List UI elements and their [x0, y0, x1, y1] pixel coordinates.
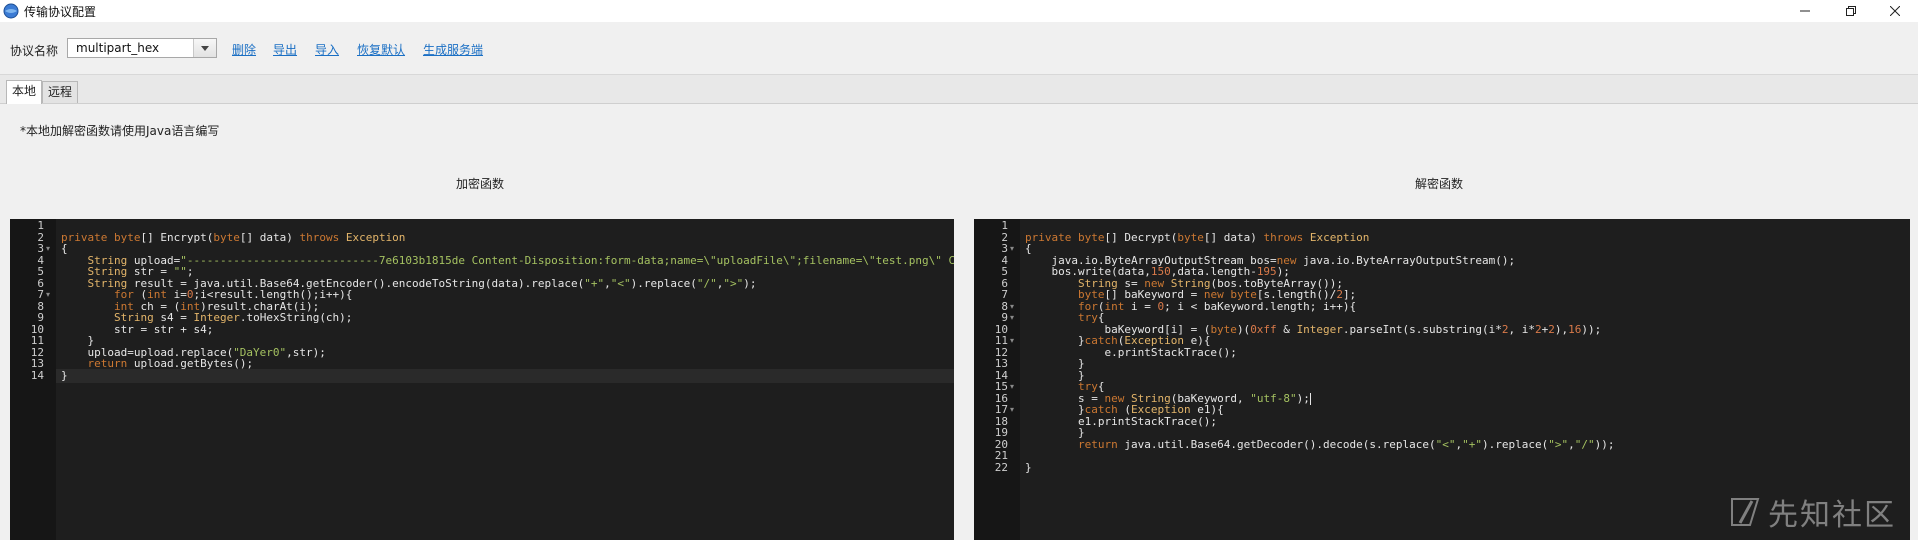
- encrypt-function-title: 加密函数: [455, 177, 504, 191]
- generate-server-link[interactable]: 生成服务端: [423, 41, 483, 58]
- fold-toggle-icon[interactable]: ▾: [46, 242, 54, 256]
- close-icon[interactable]: [1872, 0, 1918, 22]
- protocol-name-label: 协议名称: [10, 44, 59, 58]
- fold-toggle-icon[interactable]: ▾: [1010, 242, 1018, 256]
- protocol-select[interactable]: multipart_hex: [67, 38, 217, 58]
- minimize-icon[interactable]: [1782, 0, 1828, 22]
- tab-strip: 本地 远程: [0, 74, 1918, 104]
- delete-link[interactable]: 删除: [232, 41, 256, 58]
- encrypt-code-editor[interactable]: 1 2 3 ▾ 4 5 6 7 ▾ 8 9 10 11 12 13 14 private byte[] Enc…: [10, 219, 954, 540]
- window-title: 传输协议配置: [24, 5, 97, 19]
- watermark-logo-icon: [1731, 498, 1760, 526]
- watermark: 先知社区: [1728, 490, 1896, 534]
- text-cursor: [1309, 392, 1311, 405]
- fold-toggle-icon[interactable]: ▾: [1010, 403, 1018, 417]
- fold-toggle-icon[interactable]: ▾: [1010, 380, 1018, 394]
- code-line: private byte[] Decrypt(byte[] data) thro…: [1025, 230, 1370, 244]
- code-line: return java.util.Base64.getDecoder().dec…: [1077, 437, 1615, 451]
- import-link[interactable]: 导入: [315, 41, 339, 58]
- protocol-select-value: multipart_hex: [76, 41, 160, 55]
- restore-icon[interactable]: [1828, 0, 1874, 22]
- code-line: }: [1025, 460, 1032, 474]
- java-note: *本地加解密函数请使用Java语言编写: [20, 124, 220, 138]
- fold-toggle-icon[interactable]: ▾: [1010, 311, 1018, 325]
- app-globe-icon: [3, 3, 19, 19]
- decrypt-function-title: 解密函数: [1414, 177, 1463, 191]
- toolbar: 协议名称 multipart_hex 删除 导出 导入 恢复默认 生成服务端: [0, 22, 1918, 74]
- code-line: private byte[] Encrypt(byte[] data) thro…: [61, 230, 406, 244]
- fold-toggle-icon[interactable]: ▾: [1010, 334, 1018, 348]
- line-number: 22: [994, 460, 1008, 474]
- code-line: return upload.getBytes();: [87, 357, 254, 370]
- tab-remote[interactable]: 远程: [42, 81, 79, 103]
- chevron-down-icon[interactable]: [193, 39, 216, 57]
- export-link[interactable]: 导出: [273, 41, 297, 58]
- title-bar: 传输协议配置: [0, 0, 1918, 22]
- fold-toggle-icon[interactable]: ▾: [46, 288, 54, 302]
- line-number: 14: [30, 368, 44, 382]
- watermark-text: 先知社区: [1768, 498, 1896, 533]
- code-line: }: [61, 368, 68, 382]
- tab-local[interactable]: 本地: [6, 80, 43, 104]
- line-number-gutter: 1 2 3 ▾ 4 5 6 7 8 ▾ 9 ▾ 10 11 ▾ 12 13 14 15 ▾ 16 17 ▾ 18 19 20 21 2…: [974, 219, 1020, 540]
- line-number-gutter: 1 2 3 ▾ 4 5 6 7 ▾ 8 9 10 11 12 13 14: [10, 219, 56, 540]
- decrypt-code-editor[interactable]: 1 2 3 ▾ 4 5 6 7 8 ▾ 9 ▾ 10 11 ▾ 12 13 14 15 ▾ 16 17 ▾ 18 19 20 21 2…: [974, 219, 1910, 540]
- restore-default-link[interactable]: 恢复默认: [357, 41, 405, 58]
- code-line: String upload="-------------------------…: [87, 253, 955, 267]
